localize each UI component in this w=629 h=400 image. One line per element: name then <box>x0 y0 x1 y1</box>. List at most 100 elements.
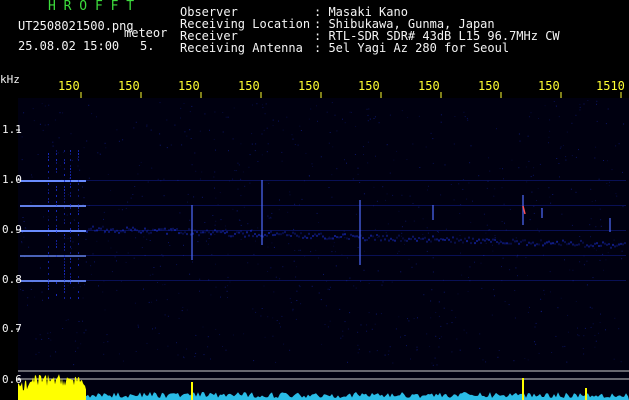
meteor-column-dot <box>56 210 57 212</box>
band-speck <box>184 231 186 234</box>
noise-speck <box>254 150 256 152</box>
meteor-column-dot <box>64 222 65 224</box>
meteor-column-dot <box>70 246 71 248</box>
noise-speck <box>331 102 333 104</box>
noise-speck <box>31 176 33 178</box>
noise-speck <box>427 232 429 234</box>
noise-speck <box>334 114 336 116</box>
band-speck <box>344 233 346 236</box>
noise-speck <box>492 250 494 252</box>
band-speck <box>118 231 120 234</box>
meteor-column-dot <box>48 219 49 221</box>
noise-speck <box>122 360 124 362</box>
noise-speck <box>427 189 428 191</box>
noise-speck <box>486 187 488 189</box>
noise-speck <box>571 122 573 124</box>
noise-speck <box>369 351 371 353</box>
noise-speck <box>401 194 403 196</box>
band-speck <box>614 245 616 248</box>
noise-speck <box>215 263 216 265</box>
noise-speck <box>329 289 331 291</box>
band-speck <box>546 241 548 244</box>
noise-speck <box>451 322 453 324</box>
meteor-column-dot <box>78 243 79 245</box>
noise-speck <box>99 153 101 155</box>
noise-speck <box>596 100 598 102</box>
noise-speck <box>446 323 448 325</box>
meteor-column-dot <box>64 162 65 164</box>
band-speck <box>160 228 162 231</box>
band-speck <box>554 242 556 245</box>
file-name: UT2508021500.png <box>18 19 134 33</box>
band-speck <box>498 242 500 245</box>
noise-speck <box>180 107 182 109</box>
band-speck <box>494 238 496 241</box>
meteor-column-dot <box>56 243 57 245</box>
noise-speck <box>440 121 442 123</box>
noise-speck <box>48 104 50 106</box>
band-speck <box>596 242 598 245</box>
noise-speck <box>146 124 148 126</box>
meteor-column-dot <box>70 204 71 206</box>
noise-speck <box>571 155 573 157</box>
noise-speck <box>194 356 196 358</box>
band-speck <box>256 235 258 238</box>
noise-speck <box>425 146 427 148</box>
noise-speck <box>472 200 473 202</box>
noise-speck <box>538 118 539 119</box>
noise-speck <box>62 328 64 329</box>
band-speck <box>132 226 134 229</box>
band-speck <box>374 238 376 241</box>
noise-speck <box>131 231 133 232</box>
band-speck <box>330 237 332 240</box>
noise-speck <box>214 233 216 235</box>
noise-speck <box>401 232 403 234</box>
band-speck <box>218 230 220 233</box>
noise-speck <box>298 284 300 286</box>
noise-speck <box>74 340 76 342</box>
noise-speck <box>48 216 50 218</box>
band-speck <box>574 244 576 247</box>
noise-speck <box>299 125 301 127</box>
noise-speck <box>412 143 414 145</box>
meteor-column-dot <box>48 252 49 254</box>
band-speck <box>604 242 606 245</box>
noise-speck <box>92 253 94 255</box>
meteor-column-dot <box>78 225 79 227</box>
meteor-column-dot <box>64 258 65 260</box>
noise-speck <box>273 291 275 293</box>
meteor-column-dot <box>64 261 65 263</box>
band-speck <box>124 231 126 234</box>
noise-speck <box>85 261 87 263</box>
noise-speck <box>578 149 579 151</box>
band-speck <box>186 233 188 236</box>
noise-speck <box>122 231 124 233</box>
antenna-label: Receiving Antenna <box>180 41 303 55</box>
noise-speck <box>23 236 25 238</box>
noise-speck <box>579 106 581 108</box>
meteor-column-dot <box>56 255 57 257</box>
noise-speck <box>263 285 265 287</box>
noise-speck <box>135 121 137 123</box>
noise-speck <box>222 131 224 133</box>
noise-speck <box>548 142 549 144</box>
noise-speck <box>501 266 502 268</box>
meteor-column-dot <box>48 279 49 281</box>
band-speck <box>236 231 238 234</box>
noise-speck <box>134 186 136 187</box>
noise-speck <box>164 314 166 316</box>
noise-speck <box>432 271 434 273</box>
noise-speck <box>590 236 591 238</box>
noise-speck <box>167 315 169 317</box>
noise-speck <box>380 313 382 315</box>
noise-speck <box>66 214 68 216</box>
band-speck <box>600 244 602 247</box>
noise-speck <box>432 138 434 140</box>
noise-speck <box>494 237 496 239</box>
noise-speck <box>103 211 105 213</box>
meteor-column-dot <box>70 297 71 299</box>
band-speck <box>364 239 366 242</box>
meteor-column-dot <box>64 276 65 278</box>
band-speck <box>210 233 212 236</box>
noise-speck <box>405 220 407 222</box>
